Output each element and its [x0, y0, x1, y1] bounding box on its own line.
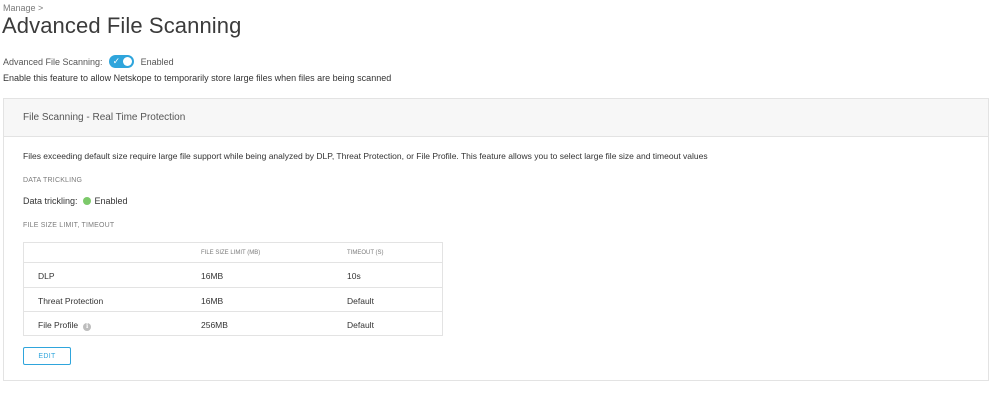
row-name: File Profile: [38, 320, 79, 330]
advanced-scanning-description: Enable this feature to allow Netskope to…: [3, 73, 392, 83]
row-timeout: 10s: [347, 271, 361, 281]
table-row: Threat Protection 16MB Default: [24, 288, 442, 312]
advanced-scanning-toggle[interactable]: ✓: [108, 55, 134, 68]
breadcrumb[interactable]: Manage >: [3, 3, 43, 13]
row-name: Threat Protection: [38, 295, 104, 306]
table-header: FILE SIZE LIMIT (MB) TIMEOUT (S): [24, 243, 442, 263]
data-trickling-label: Data trickling:: [23, 196, 78, 206]
card-title: File Scanning - Real Time Protection: [23, 112, 186, 123]
data-trickling-status: Enabled: [94, 196, 128, 206]
row-name-cell: File Profile i: [38, 320, 92, 331]
advanced-scanning-label: Advanced File Scanning:: [3, 56, 103, 67]
page-title: Advanced File Scanning: [2, 13, 242, 38]
info-icon[interactable]: i: [83, 323, 92, 331]
row-size: 256MB: [201, 320, 228, 330]
edit-button[interactable]: EDIT: [23, 347, 71, 365]
real-time-protection-card: File Scanning - Real Time Protection Fil…: [3, 98, 989, 381]
row-timeout: Default: [347, 320, 374, 330]
check-icon: ✓: [112, 56, 121, 66]
table-row: File Profile i 256MB Default: [24, 312, 442, 337]
row-name: DLP: [38, 271, 55, 281]
row-timeout: Default: [347, 295, 374, 306]
card-description: Files exceeding default size require lar…: [23, 151, 708, 161]
file-size-table: FILE SIZE LIMIT (MB) TIMEOUT (S) DLP 16M…: [23, 242, 443, 336]
toggle-knob: [122, 57, 132, 66]
card-header: File Scanning - Real Time Protection: [4, 99, 988, 137]
row-size: 16MB: [201, 271, 224, 281]
data-trickling-row: Data trickling: Enabled: [23, 196, 128, 206]
status-dot-icon: [82, 197, 91, 205]
advanced-scanning-status: Enabled: [140, 56, 174, 67]
advanced-scanning-row: Advanced File Scanning: ✓ Enabled: [3, 55, 174, 68]
table-row: DLP 16MB 10s: [24, 263, 442, 288]
file-size-heading: FILE SIZE LIMIT, TIMEOUT: [23, 222, 115, 229]
row-size: 16MB: [201, 295, 224, 306]
data-trickling-heading: DATA TRICKLING: [23, 177, 83, 184]
header-file-size: FILE SIZE LIMIT (MB): [201, 250, 261, 256]
header-timeout: TIMEOUT (S): [347, 250, 384, 256]
